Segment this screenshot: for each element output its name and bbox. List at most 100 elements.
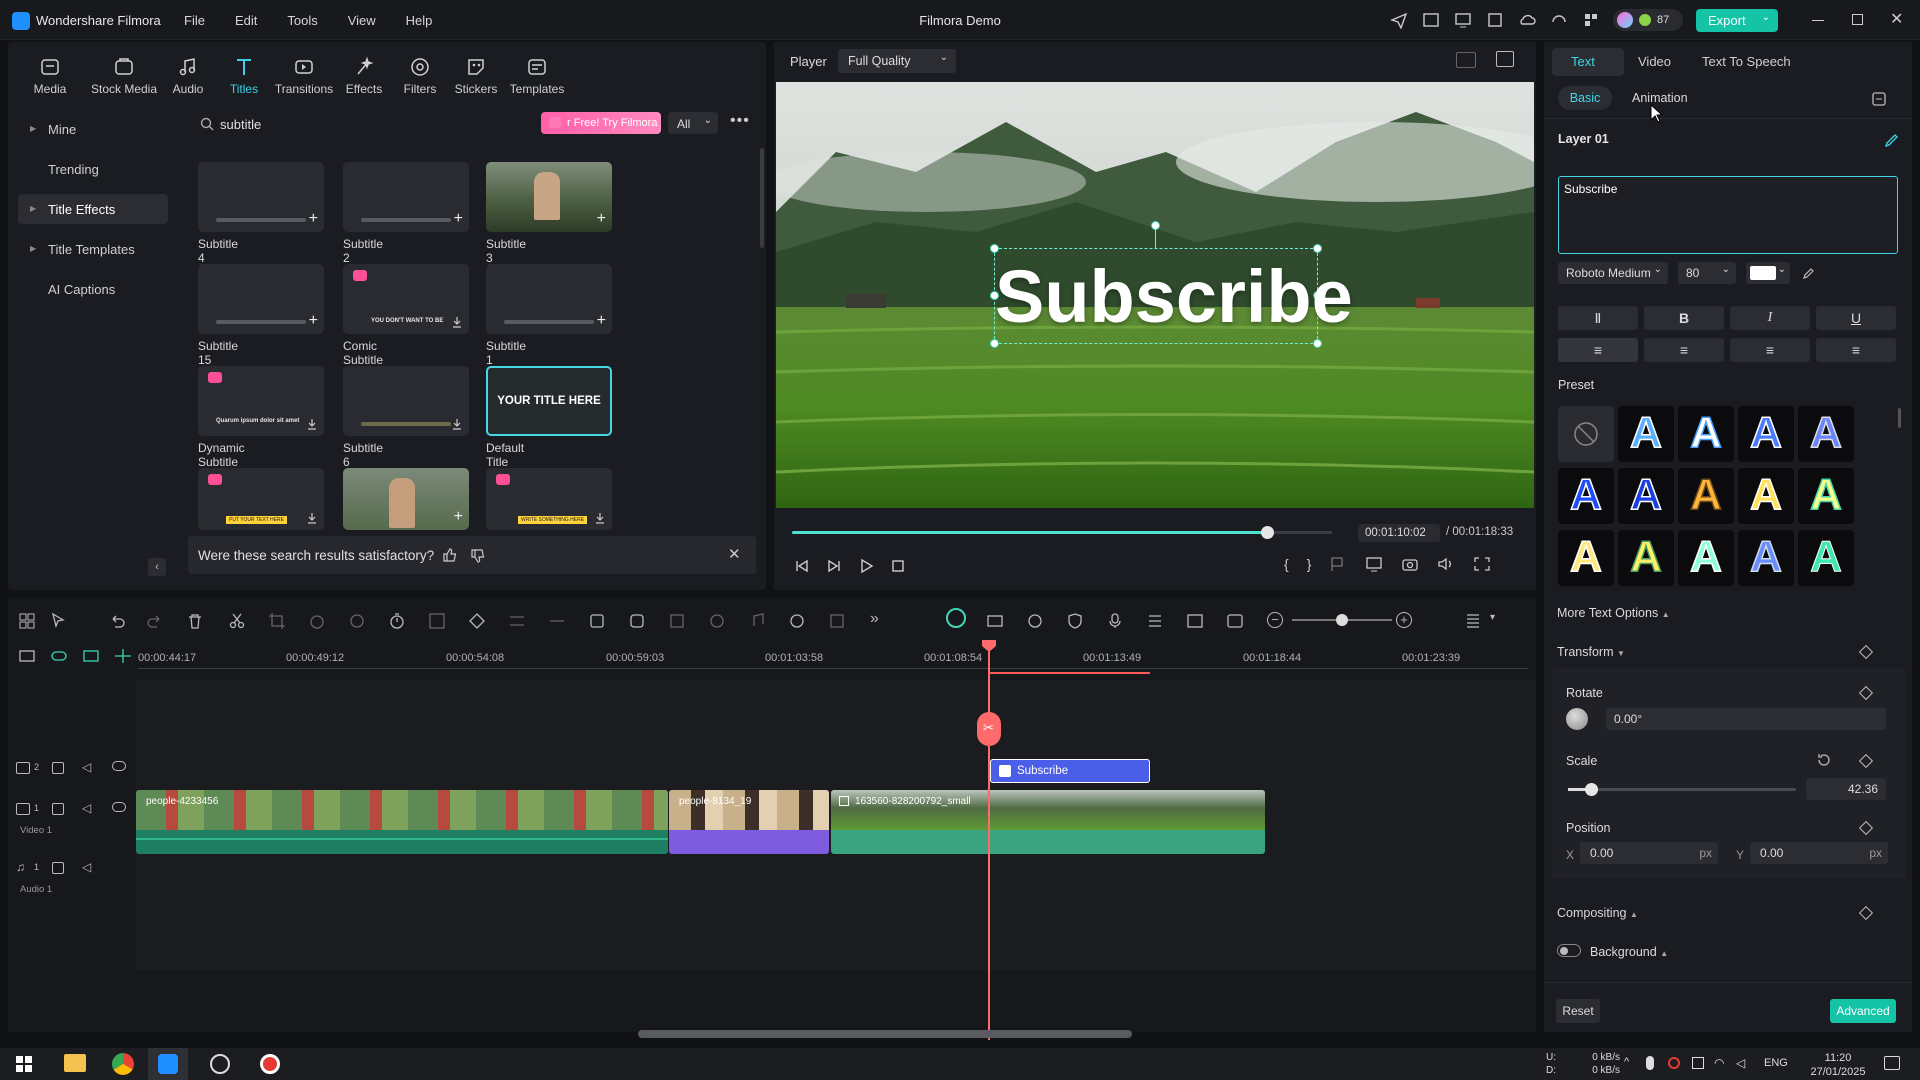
sidebar-item-mine[interactable]: ▶ Mine (18, 114, 168, 144)
app-icon[interactable] (210, 1054, 230, 1074)
preset-periwinkle[interactable]: A (1738, 530, 1794, 586)
motion-icon[interactable] (708, 612, 726, 630)
zoom-knob[interactable] (1336, 614, 1348, 626)
headset-icon[interactable] (1550, 11, 1568, 29)
eyedropper-icon[interactable] (1802, 266, 1816, 280)
delete-icon[interactable] (186, 612, 204, 630)
try-filmora-promo-button[interactable]: r Free! Try Filmora (541, 112, 661, 134)
redo-icon[interactable] (146, 612, 164, 630)
mark-in-icon[interactable]: { (1284, 556, 1289, 572)
thumbnail-subtitle-2[interactable]: + (343, 162, 469, 232)
download-icon[interactable] (306, 418, 318, 430)
tab-stickers[interactable]: Stickers (446, 56, 506, 96)
replace-icon[interactable] (1226, 612, 1244, 630)
preset-yellow[interactable]: A (1738, 468, 1794, 524)
speed-icon[interactable] (308, 612, 326, 630)
align-justify-button[interactable]: ≡ (1816, 338, 1896, 362)
credits-badge[interactable]: 87 (1613, 9, 1683, 31)
add-icon[interactable]: + (309, 312, 318, 330)
preset-white-blue[interactable]: A (1678, 406, 1734, 462)
save-icon[interactable] (1486, 11, 1504, 29)
grid-view-icon[interactable] (1456, 52, 1476, 68)
smart-track-icon[interactable] (828, 612, 846, 630)
record-tray-icon[interactable] (1668, 1057, 1680, 1069)
tab-transitions[interactable]: Transitions (266, 56, 342, 96)
more-text-options-toggle[interactable]: More Text Options ▲ (1557, 606, 1670, 620)
transform-section-toggle[interactable]: Transform ▼ (1557, 645, 1625, 659)
reset-icon[interactable] (1816, 752, 1832, 768)
play-reverse-icon[interactable] (826, 558, 842, 574)
text-selection-box[interactable]: Subscribe (990, 221, 1353, 348)
lock-icon[interactable] (52, 803, 64, 815)
wifi-icon[interactable]: ◠ (1714, 1056, 1724, 1070)
speaker-icon[interactable]: ◁ (82, 860, 91, 874)
record-app-icon[interactable] (260, 1054, 280, 1074)
download-icon[interactable] (594, 512, 606, 524)
thumbnail-default-title[interactable]: YOUR TITLE HERE (486, 366, 612, 436)
zoom-in-icon[interactable]: + (1396, 612, 1412, 628)
preset-indigo[interactable]: A (1798, 406, 1854, 462)
add-track-icon[interactable] (18, 648, 36, 664)
more-tools-icon[interactable]: » (870, 610, 879, 628)
file-explorer-icon[interactable] (64, 1054, 86, 1072)
sidebar-item-title-templates[interactable]: ▶ Title Templates (18, 234, 168, 264)
audio-stretch-icon[interactable] (548, 612, 566, 630)
title-clip[interactable]: Subscribe (990, 759, 1150, 783)
advanced-button[interactable]: Advanced (1830, 999, 1896, 1023)
music-icon[interactable] (748, 612, 766, 630)
tab-media[interactable]: Media (20, 56, 80, 96)
windows-start-icon[interactable] (16, 1056, 32, 1072)
display-icon[interactable] (1365, 556, 1383, 572)
subtab-animation[interactable]: Animation (1632, 91, 1688, 105)
sidebar-item-trending[interactable]: Trending (18, 154, 168, 184)
fullscreen-icon[interactable] (1473, 556, 1491, 572)
quality-select[interactable]: Full Quality ⌄ (838, 49, 956, 73)
current-time[interactable]: 00:01:10:02 (1358, 524, 1440, 542)
thumbnail-title-effect[interactable]: + (343, 468, 469, 530)
thumbnail-comic-subtitle-03[interactable]: YOU DON'T WANT TO BE (343, 264, 469, 334)
font-size-select[interactable]: 80 ⌄ (1678, 262, 1736, 284)
menu-tools[interactable]: Tools (287, 13, 317, 28)
playhead[interactable]: ✂ (977, 640, 1001, 1040)
italic-button[interactable]: I (1730, 306, 1810, 330)
cloud-icon[interactable] (1518, 11, 1536, 29)
tab-filters[interactable]: Filters (390, 56, 450, 96)
stop-icon[interactable] (890, 558, 906, 574)
tab-text-to-speech[interactable]: Text To Speech (1702, 54, 1791, 69)
video-clip[interactable]: people-8134_19 (669, 790, 829, 854)
add-icon[interactable]: + (454, 210, 463, 228)
camera-icon[interactable] (1401, 556, 1419, 572)
clock[interactable]: 11:20 27/01/2025 (1808, 1051, 1868, 1079)
pip-icon[interactable] (1186, 612, 1204, 630)
media-list-icon[interactable] (1422, 11, 1440, 29)
resize-handle[interactable] (990, 244, 999, 253)
preset-none[interactable] (1558, 406, 1614, 462)
thumbs-down-icon[interactable] (470, 548, 486, 564)
add-icon[interactable]: + (597, 312, 606, 330)
thumbnail-title-effect[interactable]: PUT YOUR TEXT HERE (198, 468, 324, 530)
rotate-dial[interactable] (1566, 708, 1588, 730)
add-icon[interactable]: + (597, 210, 606, 228)
lock-icon[interactable] (52, 762, 64, 774)
thumbnail-subtitle-3[interactable]: + (486, 162, 612, 232)
save-preset-icon[interactable] (1871, 91, 1887, 107)
menu-edit[interactable]: Edit (235, 13, 257, 28)
tab-video[interactable]: Video (1638, 54, 1671, 69)
adjust-icon[interactable] (508, 612, 526, 630)
microphone-icon[interactable] (1106, 612, 1124, 630)
video-clip[interactable]: people-4233456 (136, 790, 668, 854)
playback-progress[interactable] (792, 526, 1332, 539)
volume-tray-icon[interactable]: ◁ (1736, 1056, 1745, 1070)
font-select[interactable]: Roboto Medium ⌄ (1558, 262, 1668, 284)
keyframe-tool-icon[interactable] (468, 612, 486, 630)
align-center-button[interactable]: ≡ (1644, 338, 1724, 362)
thumbnail-subtitle-4[interactable]: + (198, 162, 324, 232)
thumbnail-subtitle-1[interactable]: + (486, 264, 612, 334)
render-icon[interactable] (986, 612, 1004, 630)
thumbnail-dynamic-subtitle-12[interactable]: Quarum ipsum dolor sit amet (198, 366, 324, 436)
track-layout-icon[interactable] (1464, 612, 1482, 630)
tab-templates[interactable]: Templates (505, 56, 569, 96)
preset-blue-outline[interactable]: A (1618, 406, 1674, 462)
ai-edit-icon[interactable] (1884, 132, 1900, 148)
monitor-icon[interactable] (1454, 11, 1472, 29)
